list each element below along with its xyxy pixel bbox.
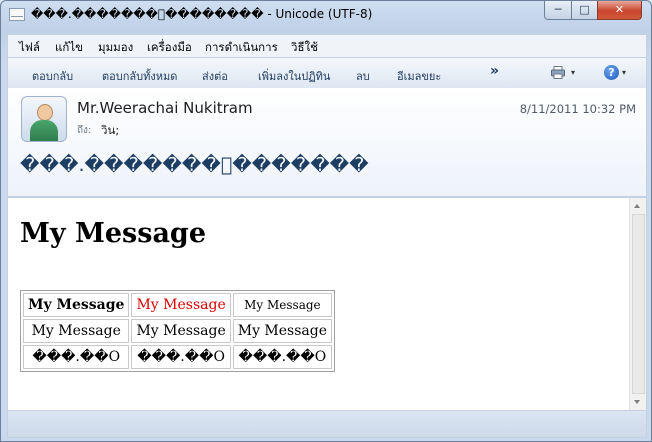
help-dropdown-icon[interactable]: ▾: [622, 68, 626, 77]
minimize-button[interactable]: ─: [544, 1, 572, 20]
message-subject: ���.�������ั�������: [20, 154, 369, 176]
message-table: My Message My Message My Message My Mess…: [20, 290, 336, 372]
envelope-icon: [9, 8, 25, 21]
table-cell: My Message: [131, 293, 231, 317]
scroll-down-icon[interactable]: [634, 400, 640, 404]
table-cell: My Message: [23, 319, 130, 343]
table-cell: ���.��O: [23, 345, 130, 369]
message-header: Mr.Weerachai Nukitram 8/11/2011 10:32 PM…: [7, 88, 647, 197]
menu-bar: ไฟล์ แก้ไข มุมมอง เครื่องมือ การดำเนินกา…: [7, 34, 647, 57]
avatar-head-icon: [37, 104, 53, 121]
table-row: My Message My Message My Message: [23, 293, 333, 317]
print-icon[interactable]: [551, 66, 565, 79]
table-cell: My Message: [23, 293, 130, 317]
sent-date: 8/11/2011 10:32 PM: [519, 102, 636, 116]
scroll-up-icon[interactable]: [634, 204, 640, 208]
scroll-thumb[interactable]: [632, 214, 645, 394]
menu-file[interactable]: ไฟล์: [19, 39, 40, 57]
menu-actions[interactable]: การดำเนินการ: [205, 39, 278, 57]
more-chevron-icon[interactable]: »: [490, 63, 499, 79]
table-row: My Message My Message My Message: [23, 319, 333, 343]
title-bar[interactable]: ���.�������ั�������� - Unicode (UTF-8) ─…: [1, 1, 651, 31]
status-bar: [7, 411, 647, 438]
menu-view[interactable]: มุมมอง: [98, 39, 133, 57]
toolbar: ตอบกลับ ตอบกลับทั้งหมด ส่งต่อ เพิ่มลงในป…: [7, 57, 647, 89]
table-cell: My Message: [232, 293, 333, 317]
window-title: ���.�������ั�������� - Unicode (UTF-8): [31, 7, 373, 21]
reply-button[interactable]: ตอบกลับ: [32, 67, 73, 85]
table-row: ���.��O ���.��O ���.��O: [23, 345, 333, 369]
to-recipient[interactable]: วิน;: [101, 122, 119, 140]
maximize-button[interactable]: □: [571, 1, 598, 20]
table-cell: ���.��O: [131, 345, 231, 369]
sender-name[interactable]: Mr.Weerachai Nukitram: [77, 99, 253, 117]
forward-button[interactable]: ส่งต่อ: [202, 67, 228, 85]
print-dropdown-icon[interactable]: ▾: [571, 68, 575, 77]
vertical-scrollbar[interactable]: [629, 198, 646, 410]
menu-tools[interactable]: เครื่องมือ: [147, 39, 192, 57]
junk-mail-button[interactable]: อีเมลขยะ: [397, 67, 441, 85]
help-icon[interactable]: ?: [604, 65, 619, 80]
table-cell: My Message: [232, 319, 333, 343]
avatar-body-icon: [30, 120, 58, 141]
delete-button[interactable]: ลบ: [356, 67, 370, 85]
reply-all-button[interactable]: ตอบกลับทั้งหมด: [102, 67, 177, 85]
add-to-calendar-button[interactable]: เพิ่มลงในปฏิทิน: [258, 67, 330, 85]
menu-edit[interactable]: แก้ไข: [55, 39, 83, 57]
avatar: [21, 96, 67, 142]
message-body: My Message My Message My Message My Mess…: [7, 197, 647, 411]
menu-help[interactable]: วิธีใช้: [291, 39, 318, 57]
mail-window: ���.�������ั�������� - Unicode (UTF-8) ─…: [0, 0, 652, 442]
table-cell: ���.��O: [232, 345, 333, 369]
close-button[interactable]: ✕: [597, 1, 642, 20]
table-cell: My Message: [131, 319, 231, 343]
message-heading: My Message: [20, 218, 206, 249]
to-label: ถึง:: [77, 125, 92, 136]
